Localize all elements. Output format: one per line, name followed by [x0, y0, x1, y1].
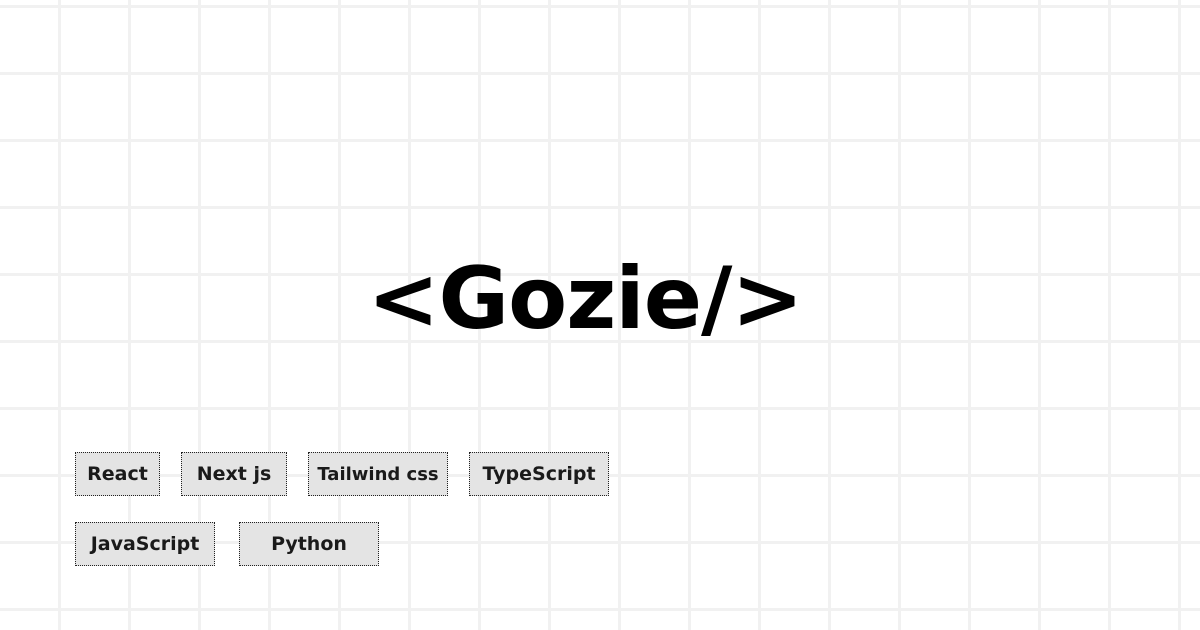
tech-tag-label: React [87, 463, 148, 485]
tech-tag-label: Tailwind css [317, 463, 439, 485]
tech-tag-label: TypeScript [482, 463, 596, 485]
tech-tag-python: Python [239, 522, 379, 566]
tech-tag-react: React [75, 452, 160, 496]
logo-title: <Gozie/> [367, 249, 803, 349]
tech-tag-javascript: JavaScript [75, 522, 215, 566]
tech-tag-nextjs: Next js [181, 452, 287, 496]
tech-tag-label: JavaScript [90, 533, 200, 555]
tech-tag-label: Next js [196, 463, 272, 485]
tech-tag-tailwind: Tailwind css [308, 452, 448, 496]
tech-tag-typescript: TypeScript [469, 452, 609, 496]
tech-tag-label: Python [271, 533, 347, 555]
